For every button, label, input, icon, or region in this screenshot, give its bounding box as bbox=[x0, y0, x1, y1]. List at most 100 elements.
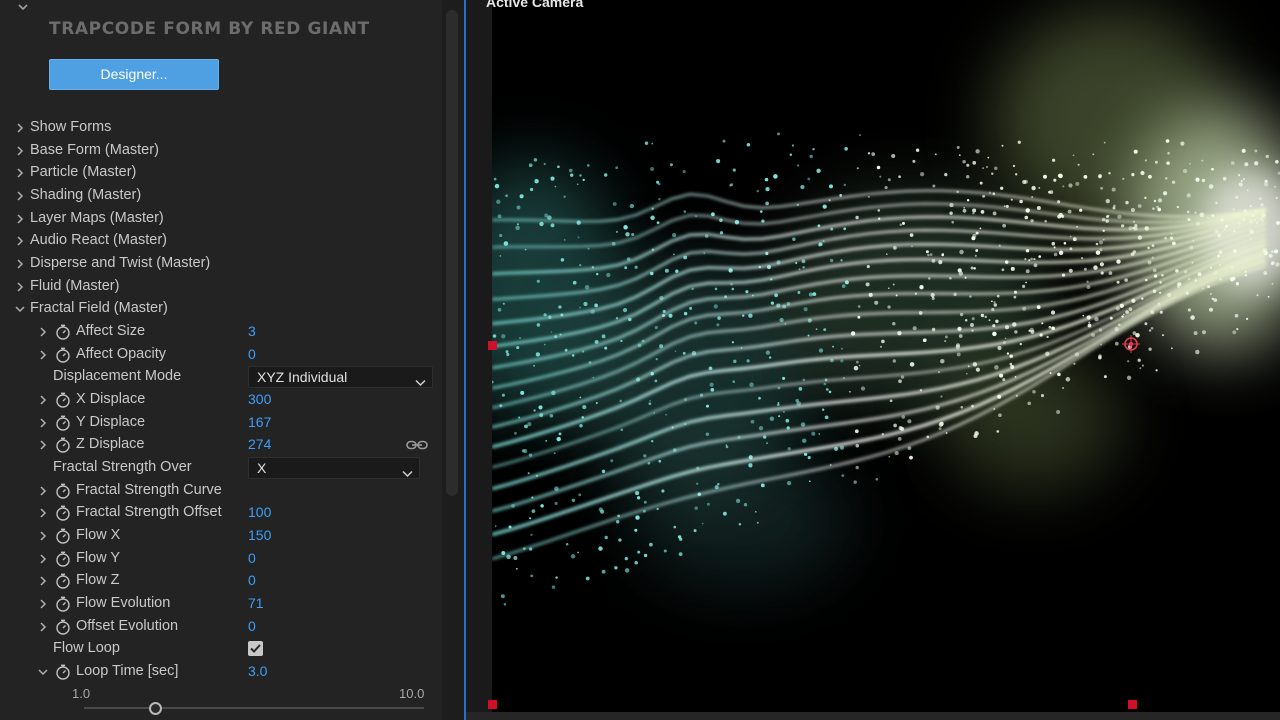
stopwatch-icon[interactable] bbox=[55, 664, 71, 680]
flow-loop-checkbox[interactable] bbox=[248, 641, 263, 656]
particle-dot bbox=[494, 525, 497, 527]
twirl-right-icon[interactable] bbox=[38, 440, 48, 450]
flow-y-value[interactable]: 0 bbox=[248, 550, 256, 566]
particle-dot bbox=[1012, 164, 1016, 168]
twirl-right-icon[interactable] bbox=[38, 622, 48, 632]
particle-dot bbox=[604, 535, 608, 540]
collapse-chevron-icon[interactable] bbox=[16, 0, 30, 12]
stopwatch-icon[interactable] bbox=[55, 596, 71, 612]
particle-dot bbox=[866, 265, 870, 269]
plugin-title: TRAPCODE FORM BY RED GIANT bbox=[49, 19, 370, 39]
z-displace-value[interactable]: 274 bbox=[248, 436, 271, 452]
twirl-right-icon[interactable] bbox=[15, 259, 25, 269]
particle-dot bbox=[843, 183, 846, 187]
particle-dot bbox=[779, 317, 784, 323]
twirl-right-icon[interactable] bbox=[15, 282, 25, 292]
twirl-right-icon[interactable] bbox=[15, 146, 25, 156]
group-layer-maps[interactable]: Layer Maps (Master) bbox=[0, 208, 442, 230]
particle-dot bbox=[1028, 329, 1031, 332]
twirl-right-icon[interactable] bbox=[38, 531, 48, 541]
particle-dot bbox=[802, 378, 806, 382]
layer-handle-bottom-center[interactable] bbox=[1128, 700, 1137, 709]
link-icon[interactable] bbox=[406, 438, 428, 457]
loop-time-slider-knob[interactable] bbox=[149, 702, 162, 715]
particle-dot bbox=[550, 223, 555, 228]
affect-opacity-value[interactable]: 0 bbox=[248, 346, 256, 362]
loop-time-slider-track[interactable] bbox=[84, 707, 424, 709]
flow-evolution-value[interactable]: 71 bbox=[248, 595, 264, 611]
twirl-right-icon[interactable] bbox=[38, 418, 48, 428]
stopwatch-icon[interactable] bbox=[55, 483, 71, 499]
twirl-right-icon[interactable] bbox=[15, 214, 25, 224]
twirl-right-icon[interactable] bbox=[38, 350, 48, 360]
stopwatch-icon[interactable] bbox=[55, 415, 71, 431]
twirl-right-icon[interactable] bbox=[15, 236, 25, 246]
displacement-mode-dropdown[interactable]: XYZ Individual bbox=[248, 366, 433, 388]
group-shading[interactable]: Shading (Master) bbox=[0, 185, 442, 207]
group-audio-react[interactable]: Audio React (Master) bbox=[0, 230, 442, 252]
stopwatch-icon[interactable] bbox=[55, 619, 71, 635]
group-fluid[interactable]: Fluid (Master) bbox=[0, 276, 442, 298]
layer-handle-bottom-left[interactable] bbox=[488, 700, 497, 709]
twirl-right-icon[interactable] bbox=[38, 327, 48, 337]
particle-dot bbox=[795, 261, 798, 265]
scrollbar-thumb[interactable] bbox=[446, 10, 458, 496]
flow-x-value[interactable]: 150 bbox=[248, 527, 271, 543]
particle-dot bbox=[1106, 215, 1109, 218]
particle-dot bbox=[818, 348, 824, 353]
particle-dot bbox=[579, 306, 581, 309]
particle-dot bbox=[1022, 284, 1026, 288]
stopwatch-icon[interactable] bbox=[55, 437, 71, 453]
twirl-right-icon[interactable] bbox=[38, 554, 48, 564]
stopwatch-icon[interactable] bbox=[55, 392, 71, 408]
stopwatch-icon[interactable] bbox=[55, 505, 71, 521]
group-disperse-twist[interactable]: Disperse and Twist (Master) bbox=[0, 253, 442, 275]
y-displace-value[interactable]: 167 bbox=[248, 414, 271, 430]
group-show-forms[interactable]: Show Forms bbox=[0, 117, 442, 139]
stopwatch-icon[interactable] bbox=[55, 347, 71, 363]
particle-dot bbox=[563, 239, 566, 241]
twirl-right-icon[interactable] bbox=[15, 123, 25, 133]
particle-dot bbox=[1244, 162, 1249, 167]
twirl-right-icon[interactable] bbox=[38, 599, 48, 609]
composition-viewer[interactable] bbox=[492, 0, 1280, 712]
loop-time-value[interactable]: 3.0 bbox=[248, 663, 267, 679]
designer-button[interactable]: Designer... bbox=[49, 59, 219, 90]
twirl-down-icon[interactable] bbox=[38, 667, 48, 677]
group-fractal-field[interactable]: Fractal Field (Master) bbox=[0, 298, 442, 320]
prop-label: Fractal Strength Over bbox=[53, 459, 192, 475]
stopwatch-icon[interactable] bbox=[55, 528, 71, 544]
twirl-right-icon[interactable] bbox=[15, 191, 25, 201]
particle-dot bbox=[1068, 183, 1073, 188]
particle-dot bbox=[816, 168, 821, 173]
layer-handle-left[interactable] bbox=[488, 341, 497, 350]
stopwatch-icon[interactable] bbox=[55, 324, 71, 340]
panel-scrollbar[interactable] bbox=[442, 0, 464, 720]
affect-size-value[interactable]: 3 bbox=[248, 323, 256, 339]
particle-dot bbox=[1077, 163, 1080, 166]
particle-dot bbox=[898, 379, 902, 384]
twirl-right-icon[interactable] bbox=[38, 576, 48, 586]
stopwatch-icon[interactable] bbox=[55, 573, 71, 589]
fractal-strength-offset-value[interactable]: 100 bbox=[248, 504, 271, 520]
stopwatch-icon[interactable] bbox=[55, 551, 71, 567]
fractal-strength-over-dropdown[interactable]: X bbox=[248, 457, 420, 479]
particle-dot bbox=[887, 178, 891, 182]
twirl-right-icon[interactable] bbox=[38, 486, 48, 496]
particle-dot bbox=[529, 517, 532, 520]
particle-dot bbox=[624, 266, 628, 270]
particle-dot bbox=[643, 553, 648, 558]
group-base-form[interactable]: Base Form (Master) bbox=[0, 140, 442, 162]
particle-dot bbox=[884, 186, 888, 190]
twirl-down-icon[interactable] bbox=[15, 304, 25, 314]
twirl-right-icon[interactable] bbox=[38, 395, 48, 405]
anchor-point-icon[interactable] bbox=[1122, 335, 1140, 353]
twirl-right-icon[interactable] bbox=[15, 168, 25, 178]
particle-dot bbox=[1271, 262, 1274, 265]
offset-evolution-value[interactable]: 0 bbox=[248, 618, 256, 634]
flow-z-value[interactable]: 0 bbox=[248, 572, 256, 588]
group-label: Disperse and Twist (Master) bbox=[30, 255, 211, 271]
group-particle[interactable]: Particle (Master) bbox=[0, 162, 442, 184]
x-displace-value[interactable]: 300 bbox=[248, 391, 271, 407]
twirl-right-icon[interactable] bbox=[38, 508, 48, 518]
